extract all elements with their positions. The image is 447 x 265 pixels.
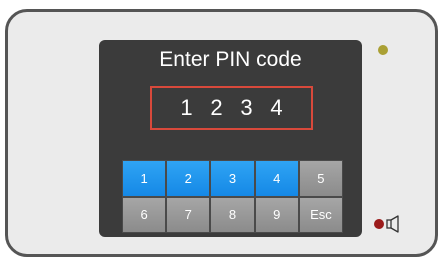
key-2-button[interactable]: 2 [166, 160, 211, 197]
key-9-button[interactable]: 9 [254, 196, 299, 233]
status-led [378, 45, 388, 55]
key-8-button[interactable]: 8 [210, 196, 255, 233]
pin-pad-device: Enter PIN code 1 2 3 4 1 2 3 4 5 6 7 8 9… [5, 9, 438, 257]
pin-digit: 4 [270, 95, 283, 120]
key-3-button[interactable]: 3 [210, 160, 255, 197]
pin-digit: 3 [240, 95, 253, 120]
key-5-button[interactable]: 5 [298, 160, 343, 197]
screen-title: Enter PIN code [159, 48, 302, 71]
alarm-led [374, 219, 384, 229]
key-4-button[interactable]: 4 [254, 160, 299, 197]
pin-digit: 1 [180, 95, 193, 120]
key-7-button[interactable]: 7 [166, 196, 211, 233]
pin-display: 1 2 3 4 [150, 86, 313, 130]
escape-button[interactable]: Esc [298, 196, 343, 233]
speaker-icon [386, 215, 399, 233]
pin-digit: 2 [210, 95, 223, 120]
keypad: 1 2 3 4 5 6 7 8 9 Esc [122, 160, 343, 233]
key-1-button[interactable]: 1 [122, 160, 167, 197]
display-screen: Enter PIN code 1 2 3 4 1 2 3 4 5 6 7 8 9… [99, 40, 362, 237]
key-6-button[interactable]: 6 [122, 196, 167, 233]
